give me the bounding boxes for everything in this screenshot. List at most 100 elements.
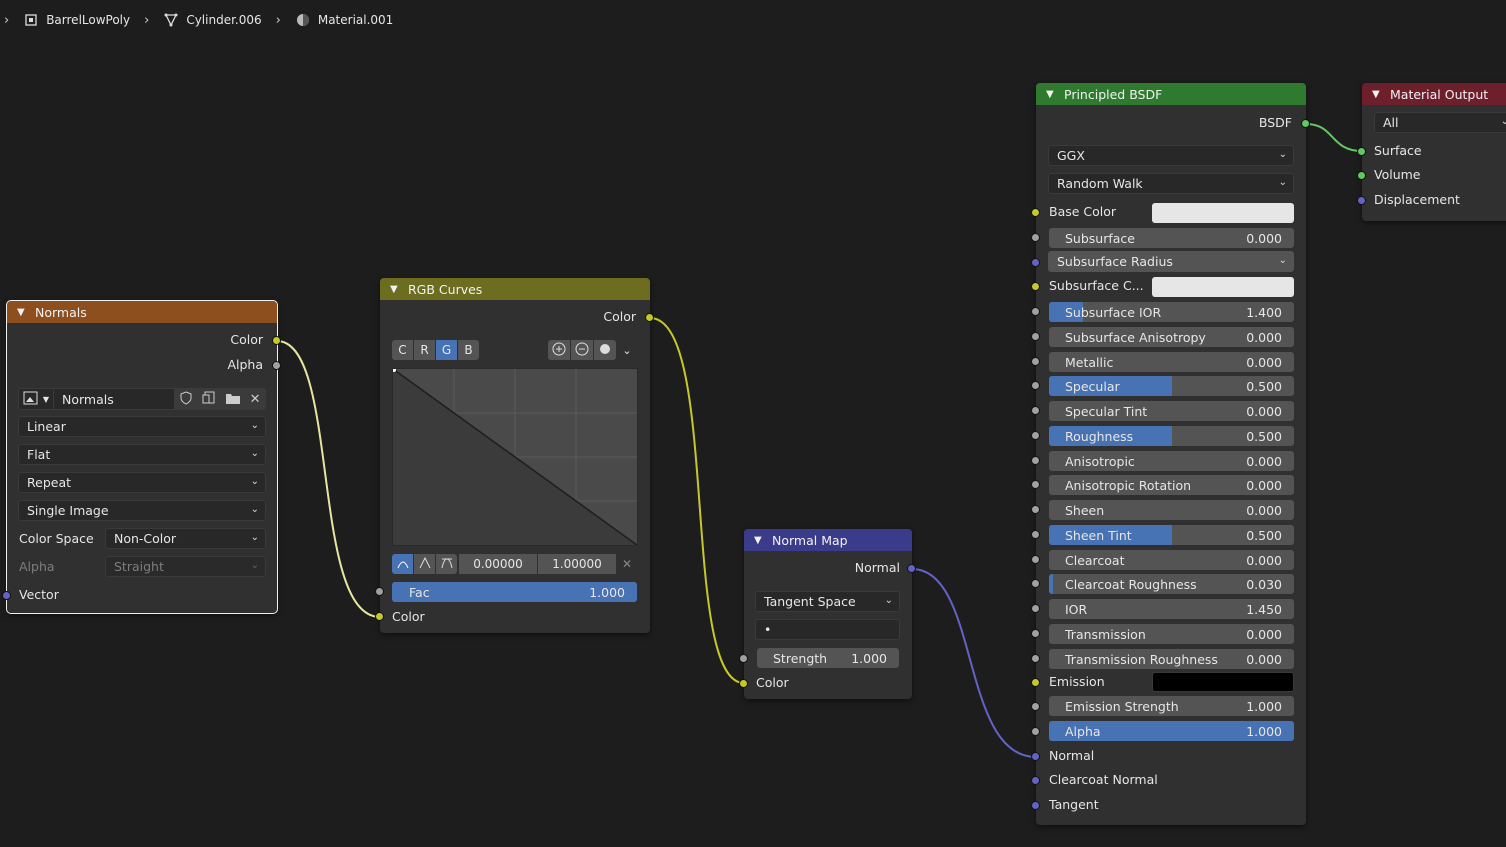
channel-g-button[interactable]: G	[436, 340, 457, 360]
socket-input-fac[interactable]	[375, 587, 384, 596]
node-header[interactable]: ▼ RGB Curves	[380, 278, 650, 300]
projection-dropdown[interactable]: Flat ⌄	[18, 444, 266, 465]
image-texture-node[interactable]: ▼ Normals Color Alpha ▼ Normals ✕ Linear…	[6, 300, 278, 614]
bsdf-field-transmission-roughness[interactable]: Transmission Roughness 0.000	[1049, 649, 1294, 669]
socket-input-surface[interactable]	[1357, 147, 1366, 156]
bsdf-field-sheen[interactable]: Sheen 0.000	[1049, 500, 1294, 520]
collapse-chevron-icon[interactable]: ▼	[17, 307, 27, 318]
alpha-field[interactable]: Alpha 1.000	[1049, 721, 1294, 741]
point-x-field[interactable]: 0.00000	[459, 554, 537, 574]
handle-auto-button[interactable]	[392, 554, 413, 574]
open-folder-icon[interactable]	[225, 391, 241, 408]
socket-input-specular[interactable]	[1031, 381, 1040, 390]
base-color-swatch[interactable]	[1152, 203, 1294, 223]
bsdf-field-specular-tint[interactable]: Specular Tint 0.000	[1049, 401, 1294, 421]
material-output-node[interactable]: ▼ Material Output All ⌄ Surface Volume D…	[1362, 83, 1506, 221]
socket-input-color[interactable]	[739, 679, 748, 688]
distribution-dropdown[interactable]: GGX ⌄	[1048, 145, 1294, 166]
socket-input-roughness[interactable]	[1031, 431, 1040, 440]
socket-input-subsurface[interactable]	[1031, 233, 1040, 242]
socket-input-ior[interactable]	[1031, 604, 1040, 613]
socket-input-sheen-tint[interactable]	[1031, 530, 1040, 539]
socket-input-strength[interactable]	[739, 654, 748, 663]
point-y-field[interactable]: 1.00000	[538, 554, 616, 574]
bsdf-field-roughness[interactable]: Roughness 0.500	[1049, 426, 1294, 446]
socket-input-alpha[interactable]	[1031, 727, 1040, 736]
socket-input-subsurface-anisotropy[interactable]	[1031, 332, 1040, 341]
handle-vector-button[interactable]	[414, 554, 435, 574]
socket-input-subsurface-color[interactable]	[1031, 282, 1040, 291]
image-name-field[interactable]: Normals	[54, 388, 174, 410]
clip-options-button[interactable]	[594, 340, 616, 360]
extension-dropdown[interactable]: Repeat ⌄	[18, 472, 266, 493]
socket-input-displacement[interactable]	[1357, 196, 1366, 205]
zoom-in-button[interactable]	[548, 340, 570, 360]
bsdf-field-clearcoat[interactable]: Clearcoat 0.000	[1049, 550, 1294, 570]
socket-output-color[interactable]	[645, 313, 654, 322]
channel-r-button[interactable]: R	[414, 340, 435, 360]
socket-input-normal[interactable]	[1031, 752, 1040, 761]
breadcrumb-material[interactable]: Material.001	[291, 12, 397, 28]
breadcrumb-mesh[interactable]: Cylinder.006	[159, 12, 265, 28]
socket-output-alpha[interactable]	[272, 361, 281, 370]
socket-input-tangent[interactable]	[1031, 801, 1040, 810]
socket-input-anisotropic[interactable]	[1031, 456, 1040, 465]
socket-input-clearcoat-roughness[interactable]	[1031, 579, 1040, 588]
subsurface-color-swatch[interactable]	[1152, 277, 1294, 297]
socket-input-transmission[interactable]	[1031, 629, 1040, 638]
bsdf-field-metallic[interactable]: Metallic 0.000	[1049, 352, 1294, 372]
curve-graph[interactable]	[392, 368, 638, 546]
rgb-curves-node[interactable]: ▼ RGB Curves Color C R G B ⌄ 0.00000 1.0…	[380, 278, 650, 633]
close-icon[interactable]: ✕	[250, 392, 261, 407]
bsdf-field-subsurface-anisotropy[interactable]: Subsurface Anisotropy 0.000	[1049, 327, 1294, 347]
interpolation-dropdown[interactable]: Linear ⌄	[18, 416, 266, 437]
node-header[interactable]: ▼ Normals	[7, 301, 277, 323]
channel-b-button[interactable]: B	[458, 340, 479, 360]
source-dropdown[interactable]: Single Image ⌄	[18, 500, 266, 521]
collapse-chevron-icon[interactable]: ▼	[390, 284, 400, 295]
emission-color-swatch[interactable]	[1152, 672, 1294, 692]
breadcrumb-object[interactable]: BarrelLowPoly	[19, 12, 134, 28]
zoom-out-button[interactable]	[571, 340, 593, 360]
socket-input-sheen[interactable]	[1031, 505, 1040, 514]
node-header[interactable]: ▼ Normal Map	[744, 529, 912, 551]
socket-input-emission-strength[interactable]	[1031, 702, 1040, 711]
socket-input-anisotropic-rotation[interactable]	[1031, 480, 1040, 489]
socket-output-color[interactable]	[272, 336, 281, 345]
subsurface-radius-dropdown[interactable]: Subsurface Radius ⌄	[1048, 251, 1294, 272]
socket-output-normal[interactable]	[907, 564, 916, 573]
handle-clamped-button[interactable]	[436, 554, 457, 574]
node-header[interactable]: ▼ Material Output	[1362, 83, 1506, 105]
socket-output-bsdf[interactable]	[1301, 119, 1310, 128]
socket-input-subsurface-ior[interactable]	[1031, 307, 1040, 316]
socket-input-emission[interactable]	[1031, 678, 1040, 687]
bsdf-field-clearcoat-roughness[interactable]: Clearcoat Roughness 0.030	[1049, 574, 1294, 594]
strength-field[interactable]: Strength 1.000	[757, 648, 899, 668]
bsdf-field-subsurface-ior[interactable]: Subsurface IOR 1.400	[1049, 302, 1294, 322]
space-dropdown[interactable]: Tangent Space ⌄	[755, 591, 900, 612]
normal-map-node[interactable]: ▼ Normal Map Normal Tangent Space ⌄ • St…	[744, 529, 912, 699]
collapse-chevron-icon[interactable]: ▼	[754, 535, 764, 546]
principled-bsdf-node[interactable]: ▼ Principled BSDF BSDF GGX ⌄ Random Walk…	[1036, 83, 1306, 825]
color-space-dropdown[interactable]: Non-Color ⌄	[105, 528, 266, 549]
fake-user-shield-icon[interactable]	[179, 390, 193, 408]
bsdf-field-specular[interactable]: Specular 0.500	[1049, 376, 1294, 396]
emission-strength-field[interactable]: Emission Strength 1.000	[1049, 696, 1294, 716]
socket-input-subsurface-radius[interactable]	[1031, 258, 1040, 267]
socket-input-base-color[interactable]	[1031, 208, 1040, 217]
curve-menu-button[interactable]: ⌄	[616, 340, 638, 360]
collapse-chevron-icon[interactable]: ▼	[1372, 89, 1382, 100]
socket-input-volume[interactable]	[1357, 171, 1366, 180]
socket-input-clearcoat-normal[interactable]	[1031, 776, 1040, 785]
subsurface-field[interactable]: Subsurface 0.000	[1049, 228, 1294, 248]
bsdf-field-anisotropic-rotation[interactable]: Anisotropic Rotation 0.000	[1049, 475, 1294, 495]
new-image-icon[interactable]	[202, 391, 216, 408]
socket-input-metallic[interactable]	[1031, 357, 1040, 366]
collapse-chevron-icon[interactable]: ▼	[1046, 89, 1056, 100]
delete-point-button[interactable]: ✕	[616, 554, 638, 574]
channel-c-button[interactable]: C	[392, 340, 413, 360]
socket-input-color[interactable]	[375, 612, 384, 621]
fac-slider[interactable]: Fac 1.000	[392, 582, 637, 602]
target-dropdown[interactable]: All ⌄	[1374, 112, 1506, 133]
bsdf-field-anisotropic[interactable]: Anisotropic 0.000	[1049, 451, 1294, 471]
